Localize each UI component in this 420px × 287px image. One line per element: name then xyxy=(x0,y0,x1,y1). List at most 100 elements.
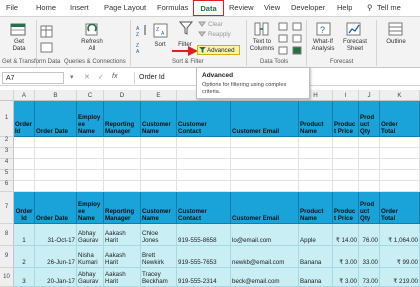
data-row-3-order-date[interactable]: 20-Jan-17 xyxy=(35,268,77,287)
table-header-row-employee-name[interactable]: Employ ee Name xyxy=(77,192,104,224)
data-row-3-product-qty[interactable]: 73.00 xyxy=(359,268,380,287)
empty-row-4-order-id[interactable] xyxy=(14,159,35,170)
column-header-a[interactable]: A xyxy=(14,90,35,101)
data-row-1-product-price[interactable]: ₹ 14.00 xyxy=(333,224,359,246)
recent-sources-icon[interactable] xyxy=(40,42,54,54)
tab-tell-me[interactable]: Tell me xyxy=(377,3,401,12)
tab-review[interactable]: Review xyxy=(229,3,254,12)
empty-row-3-customer-contact[interactable] xyxy=(177,148,231,159)
header-row-order-id[interactable]: Order Id xyxy=(14,101,35,137)
empty-row-6-reporting-manager[interactable] xyxy=(104,181,141,192)
empty-row-3-customer-name[interactable] xyxy=(141,148,177,159)
data-row-1-customer-name[interactable]: Chloe Jones xyxy=(141,224,177,246)
empty-row-3-reporting-manager[interactable] xyxy=(104,148,141,159)
header-row-order-date[interactable]: Order Date xyxy=(35,101,77,137)
empty-row-2-order-total[interactable] xyxy=(380,137,420,148)
data-row-3-order-id[interactable]: 3 xyxy=(14,268,35,287)
outline-button[interactable]: Outline xyxy=(382,38,410,45)
relationships-icon[interactable] xyxy=(292,34,302,43)
consolidate-icon[interactable] xyxy=(292,22,302,31)
empty-row-4-order-date[interactable] xyxy=(35,159,77,170)
get-data-button[interactable]: Get Data xyxy=(7,38,31,52)
sort-az-icon[interactable]: A Z xyxy=(136,24,150,36)
header-row-product-name[interactable]: Product Name xyxy=(299,101,333,137)
empty-row-5-customer-contact[interactable] xyxy=(177,170,231,181)
table-header-row-customer-name[interactable]: Customer Name xyxy=(141,192,177,224)
cancel-icon[interactable]: ✕ xyxy=(84,73,90,81)
clear-button[interactable]: Clear xyxy=(208,21,223,28)
empty-row-6-product-name[interactable] xyxy=(299,181,333,192)
empty-row-4-customer-contact[interactable] xyxy=(177,159,231,170)
empty-row-3-product-qty[interactable] xyxy=(359,148,380,159)
table-header-row-order-date[interactable]: Order Date xyxy=(35,192,77,224)
tab-view[interactable]: View xyxy=(264,3,280,12)
row-header-10[interactable]: 10 xyxy=(0,268,14,287)
select-all-corner[interactable] xyxy=(0,90,14,101)
column-header-k[interactable]: K xyxy=(380,90,420,101)
data-row-1-order-date[interactable]: 31-Oct-17 xyxy=(35,224,77,246)
data-row-1-order-total[interactable]: ₹ 1,064.00 xyxy=(380,224,420,246)
empty-row-6-product-qty[interactable] xyxy=(359,181,380,192)
tab-help[interactable]: Help xyxy=(337,3,352,12)
header-row-customer-contact[interactable]: Customer Contact xyxy=(177,101,231,137)
data-row-2-reporting-manager[interactable]: Aakash Harit xyxy=(104,246,141,268)
lightbulb-icon[interactable]: ⚲ xyxy=(367,3,373,12)
empty-row-3-customer-email[interactable] xyxy=(231,148,299,159)
reapply-button[interactable]: Reapply xyxy=(208,31,231,38)
data-row-2-customer-contact[interactable]: 919-555-7653 xyxy=(177,246,231,268)
row-header-4[interactable]: 4 xyxy=(0,159,14,170)
data-row-2-employee-name[interactable]: Nisha Kumari xyxy=(77,246,104,268)
table-header-row-product-name[interactable]: Product Name xyxy=(299,192,333,224)
tab-developer[interactable]: Developer xyxy=(291,3,325,12)
empty-row-4-customer-name[interactable] xyxy=(141,159,177,170)
empty-row-5-order-total[interactable] xyxy=(380,170,420,181)
empty-row-6-order-date[interactable] xyxy=(35,181,77,192)
fx-icon[interactable]: fx xyxy=(112,73,117,80)
table-header-row-product-price[interactable]: Produc t Price xyxy=(333,192,359,224)
tab-page-layout[interactable]: Page Layout xyxy=(104,3,146,12)
text-to-columns-button[interactable]: Text to Columns xyxy=(248,38,276,52)
forecast-sheet-button[interactable]: Forecast Sheet xyxy=(340,38,370,52)
table-header-row-product-qty[interactable]: Prod uct Qty xyxy=(359,192,380,224)
data-row-3-reporting-manager[interactable]: Aakash Harit xyxy=(104,268,141,287)
sort-button[interactable]: Sort xyxy=(152,41,168,48)
empty-row-4-order-total[interactable] xyxy=(380,159,420,170)
empty-row-6-order-id[interactable] xyxy=(14,181,35,192)
empty-row-4-product-name[interactable] xyxy=(299,159,333,170)
data-row-1-product-name[interactable]: Apple xyxy=(299,224,333,246)
data-row-3-employee-name[interactable]: Abhay Gaurav xyxy=(77,268,104,287)
empty-row-6-customer-contact[interactable] xyxy=(177,181,231,192)
empty-row-6-customer-name[interactable] xyxy=(141,181,177,192)
column-header-i[interactable]: I xyxy=(333,90,359,101)
tab-home[interactable]: Home xyxy=(36,3,56,12)
data-row-3-customer-name[interactable]: Tracey Beckham xyxy=(141,268,177,287)
empty-row-4-employee-name[interactable] xyxy=(77,159,104,170)
data-validation-icon[interactable] xyxy=(278,46,288,55)
data-row-2-order-date[interactable]: 26-Jun-17 xyxy=(35,246,77,268)
empty-row-6-product-price[interactable] xyxy=(333,181,359,192)
tab-file[interactable]: File xyxy=(6,3,18,12)
data-row-1-order-id[interactable]: 1 xyxy=(14,224,35,246)
empty-row-2-order-date[interactable] xyxy=(35,137,77,148)
empty-row-3-order-date[interactable] xyxy=(35,148,77,159)
what-if-analysis-button[interactable]: What-If Analysis xyxy=(308,38,338,52)
header-row-reporting-manager[interactable]: Reporting Manager xyxy=(104,101,141,137)
header-row-product-qty[interactable]: Prod uct Qty xyxy=(359,101,380,137)
empty-row-6-employee-name[interactable] xyxy=(77,181,104,192)
empty-row-3-order-total[interactable] xyxy=(380,148,420,159)
empty-row-5-product-name[interactable] xyxy=(299,170,333,181)
empty-row-2-employee-name[interactable] xyxy=(77,137,104,148)
data-row-2-product-name[interactable]: Banana xyxy=(299,246,333,268)
row-header-7[interactable]: 7 xyxy=(0,192,14,224)
empty-row-2-customer-name[interactable] xyxy=(141,137,177,148)
row-header-9[interactable]: 9 xyxy=(0,246,14,268)
empty-row-4-reporting-manager[interactable] xyxy=(104,159,141,170)
table-header-row-order-total[interactable]: Order Total xyxy=(380,192,420,224)
header-row-customer-name[interactable]: Customer Name xyxy=(141,101,177,137)
table-icon[interactable] xyxy=(40,25,54,39)
row-header-1[interactable]: 1 xyxy=(0,101,14,137)
enter-icon[interactable]: ✓ xyxy=(98,73,104,81)
empty-row-5-product-qty[interactable] xyxy=(359,170,380,181)
sort-za-icon[interactable]: Z A xyxy=(136,41,150,53)
empty-row-5-customer-email[interactable] xyxy=(231,170,299,181)
